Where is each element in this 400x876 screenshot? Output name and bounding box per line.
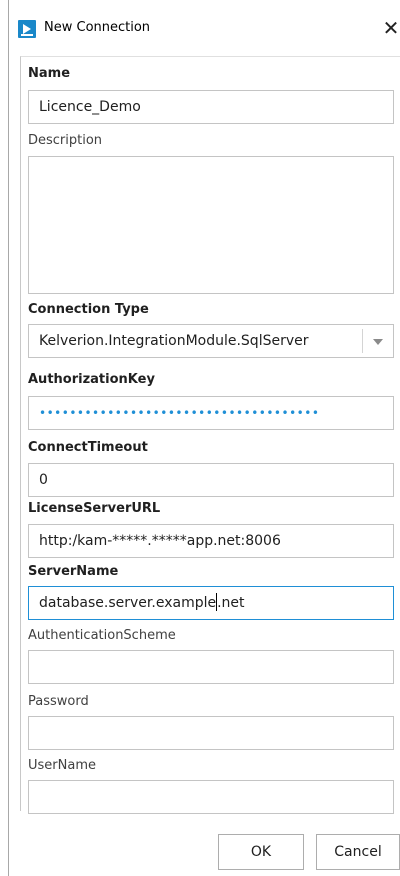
server-name-text-before: database.server.example <box>39 595 217 611</box>
server-name-text-after: .net <box>217 595 245 611</box>
connect-timeout-input[interactable]: 0 <box>28 463 394 497</box>
select-divider <box>362 329 363 353</box>
license-server-url-input[interactable]: http:/kam-*****.*****app.net:8006 <box>28 524 394 558</box>
connection-type-label: Connection Type <box>28 302 149 317</box>
password-label: Password <box>28 694 89 709</box>
cancel-button[interactable]: Cancel <box>316 834 400 870</box>
connection-type-select[interactable]: Kelverion.IntegrationModule.SqlServer <box>28 324 394 358</box>
name-input[interactable]: Licence_Demo <box>28 90 394 124</box>
password-input[interactable] <box>28 716 394 750</box>
server-name-label: ServerName <box>28 564 119 579</box>
connection-type-value: Kelverion.IntegrationModule.SqlServer <box>39 333 309 349</box>
authentication-scheme-label: AuthenticationScheme <box>28 628 176 643</box>
close-button[interactable]: ✕ <box>382 16 400 40</box>
ok-button[interactable]: OK <box>218 834 304 870</box>
license-server-url-label: LicenseServerURL <box>28 501 161 516</box>
window-title: New Connection <box>44 20 151 35</box>
connect-timeout-label: ConnectTimeout <box>28 440 148 455</box>
authorization-key-label: AuthorizationKey <box>28 372 155 387</box>
app-icon <box>18 20 36 38</box>
authorization-key-input[interactable]: ••••••••••••••••••••••••••••••••••••• <box>28 396 394 430</box>
name-label: Name <box>28 66 71 81</box>
authentication-scheme-input[interactable] <box>28 650 394 684</box>
username-input[interactable] <box>28 780 394 814</box>
close-icon: ✕ <box>382 16 400 40</box>
description-textarea[interactable] <box>28 156 394 294</box>
chevron-down-icon[interactable] <box>373 339 383 345</box>
description-label: Description <box>28 133 103 148</box>
server-name-input[interactable]: database.server.example.net <box>28 586 394 620</box>
window-left-border <box>8 0 9 876</box>
username-label: UserName <box>28 758 96 773</box>
